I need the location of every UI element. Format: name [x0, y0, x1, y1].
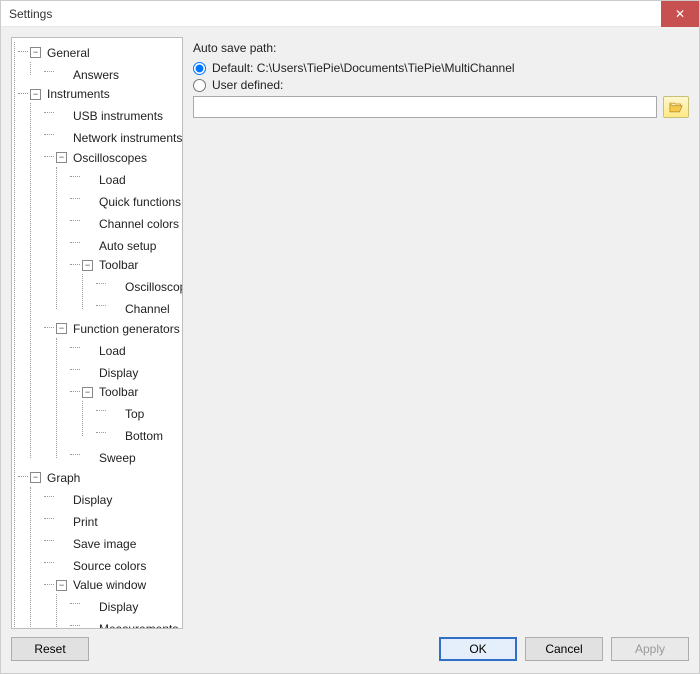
tree-node-osc-tb-channel[interactable]: Channel — [96, 296, 182, 318]
tree-node-func-gen[interactable]: −Function generators Load Display −Toolb… — [44, 318, 182, 467]
tree-node-network-instruments[interactable]: Network instruments — [44, 125, 182, 147]
close-button[interactable]: ✕ — [661, 1, 699, 27]
tree-node-osc-auto-setup[interactable]: Auto setup — [70, 233, 182, 255]
tree-node-gr-vw-measurements[interactable]: Measurements — [70, 616, 182, 629]
tree-node-gr-print[interactable]: Print — [44, 509, 182, 531]
close-icon: ✕ — [675, 7, 685, 21]
user-path-radio-input[interactable] — [193, 79, 206, 92]
tree-node-gr-vw-display[interactable]: Display — [70, 594, 182, 616]
user-path-radio[interactable]: User defined: — [193, 78, 689, 92]
window-title: Settings — [9, 7, 661, 21]
tree-node-fg-sweep[interactable]: Sweep — [70, 445, 182, 467]
ok-button[interactable]: OK — [439, 637, 517, 661]
default-path-radio[interactable]: Default: C:\Users\TiePie\Documents\TiePi… — [193, 61, 689, 75]
tree-node-fg-display[interactable]: Display — [70, 360, 182, 382]
collapse-icon[interactable]: − — [56, 323, 67, 334]
collapse-icon[interactable]: − — [82, 387, 93, 398]
reset-button[interactable]: Reset — [11, 637, 89, 661]
tree-node-gr-display[interactable]: Display — [44, 487, 182, 509]
tree-node-gr-save-image[interactable]: Save image — [44, 531, 182, 553]
titlebar: Settings ✕ — [1, 1, 699, 27]
settings-content: Auto save path: Default: C:\Users\TiePie… — [193, 37, 689, 629]
user-path-radio-label: User defined: — [212, 78, 283, 92]
tree-node-osc-load[interactable]: Load — [70, 167, 182, 189]
tree-node-fg-load[interactable]: Load — [70, 338, 182, 360]
user-path-input[interactable] — [193, 96, 657, 118]
apply-button: Apply — [611, 637, 689, 661]
collapse-icon[interactable]: − — [56, 580, 67, 591]
tree-node-osc-channel-colors[interactable]: Channel colors — [70, 211, 182, 233]
tree-node-general[interactable]: −General Answers — [18, 42, 182, 84]
tree-node-fg-tb-bottom[interactable]: Bottom — [96, 423, 182, 445]
auto-save-path-label: Auto save path: — [193, 41, 689, 55]
tree-node-osc-tb-oscilloscope[interactable]: Oscilloscope — [96, 274, 182, 296]
default-path-radio-input[interactable] — [193, 62, 206, 75]
tree-node-instruments[interactable]: −Instruments USB instruments Network ins… — [18, 84, 182, 468]
tree-node-fg-toolbar[interactable]: −Toolbar Top Bottom — [70, 382, 182, 446]
collapse-icon[interactable]: − — [56, 152, 67, 163]
tree-node-usb-instruments[interactable]: USB instruments — [44, 103, 182, 125]
tree-node-fg-tb-top[interactable]: Top — [96, 401, 182, 423]
default-path-radio-label: Default: C:\Users\TiePie\Documents\TiePi… — [212, 61, 515, 75]
collapse-icon[interactable]: − — [30, 47, 41, 58]
tree-node-gr-value-window[interactable]: −Value window Display Measurements — [44, 575, 182, 630]
dialog-button-row: Reset OK Cancel Apply — [1, 629, 699, 673]
collapse-icon[interactable]: − — [82, 260, 93, 271]
tree-node-osc-toolbar[interactable]: −Toolbar Oscilloscope Channel — [70, 255, 182, 319]
folder-open-icon — [669, 102, 683, 113]
cancel-button[interactable]: Cancel — [525, 637, 603, 661]
settings-window: Settings ✕ −General Answers −Instruments… — [0, 0, 700, 674]
tree-node-graph[interactable]: −Graph Display Print Save image Source c… — [18, 467, 182, 629]
collapse-icon[interactable]: − — [30, 472, 41, 483]
browse-button[interactable] — [663, 96, 689, 118]
collapse-icon[interactable]: − — [30, 89, 41, 100]
settings-tree[interactable]: −General Answers −Instruments USB instru… — [11, 37, 183, 629]
tree-node-gr-source-colors[interactable]: Source colors — [44, 553, 182, 575]
tree-node-answers[interactable]: Answers — [44, 62, 182, 84]
tree-node-oscilloscopes[interactable]: −Oscilloscopes Load Quick functions Chan… — [44, 147, 182, 318]
tree-node-osc-quick[interactable]: Quick functions — [70, 189, 182, 211]
